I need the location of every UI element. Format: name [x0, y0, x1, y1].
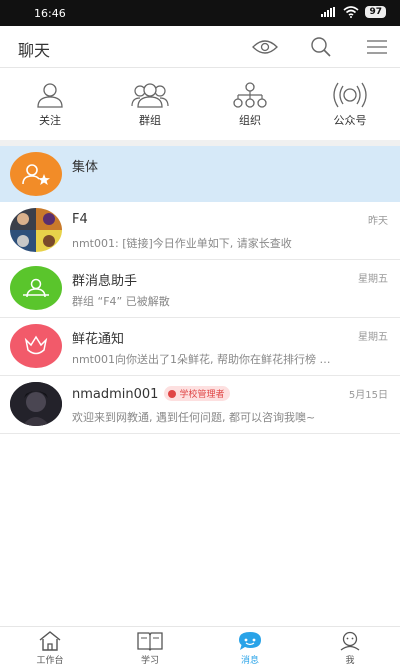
conversation-row[interactable]: 集体: [0, 146, 400, 202]
menu-icon[interactable]: [364, 35, 390, 59]
eye-icon[interactable]: [252, 35, 278, 59]
conversation-row[interactable]: F4 昨天 nmt001: [链接]今日作业单如下, 请家长查收: [0, 202, 400, 260]
avatar: [10, 266, 62, 310]
conversation-name: nmadmin001 学校管理者: [72, 386, 231, 402]
quick-groups-button[interactable]: 群组: [100, 68, 200, 140]
bottom-tab-bar: 工作台 学习 消息 我: [0, 626, 400, 666]
conversation-time: 昨天: [368, 216, 388, 227]
conversation-name-text: nmadmin001: [72, 387, 159, 402]
conversation-list: 集体 F4 昨天 nmt001: [链接]今日作业单如下, 请家长查收 群消息助…: [0, 146, 400, 434]
conversation-name: 鲜花通知: [72, 332, 125, 347]
avatar: [10, 324, 62, 368]
group-assistant-icon: [23, 278, 49, 298]
book-icon: [137, 632, 163, 651]
quick-label: 关注: [39, 114, 61, 127]
quick-label: 群组: [139, 114, 161, 127]
conversation-name: 集体: [72, 160, 99, 175]
conversation-name: 群消息助手: [72, 274, 138, 289]
tab-label: 工作台: [36, 656, 64, 666]
badge-icon: [168, 390, 177, 398]
group-star-icon: [22, 164, 50, 185]
org-chart-icon: [233, 82, 267, 108]
conversation-row[interactable]: nmadmin001 学校管理者 5月15日 欢迎来到网教通, 遇到任何问题, 都…: [0, 376, 400, 434]
conversation-preview: nmt001: [链接]今日作业单如下, 请家长查收: [72, 237, 292, 250]
flower-icon: [24, 335, 48, 355]
tab-label: 我: [345, 656, 355, 666]
broadcast-icon: [333, 82, 367, 108]
person-icon: [37, 83, 63, 108]
conversation-row[interactable]: 鲜花通知 星期五 nmt001向你送出了1朵鲜花, 帮助你在鲜花排行榜 …: [0, 318, 400, 376]
conversation-preview: nmt001向你送出了1朵鲜花, 帮助你在鲜花排行榜 …: [72, 353, 331, 366]
search-icon[interactable]: [308, 35, 334, 59]
avatar: [10, 208, 62, 252]
conversation-time: 星期五: [358, 274, 388, 285]
chat-icon: [239, 632, 261, 650]
tab-messages[interactable]: 消息: [200, 627, 300, 666]
group-icon: [131, 83, 169, 108]
status-time: 16:46: [34, 7, 66, 20]
quick-actions: 关注 群组 组织 公众号: [0, 68, 400, 140]
signal-icon: [321, 7, 336, 17]
quick-org-button[interactable]: 组织: [200, 68, 300, 140]
quick-official-button[interactable]: 公众号: [300, 68, 400, 140]
conversation-preview: 欢迎来到网教通, 遇到任何问题, 都可以咨询我噢~: [72, 411, 316, 424]
conversation-name: F4: [72, 212, 88, 227]
conversation-preview: 群组 “F4” 已被解散: [72, 295, 170, 308]
quick-follow-button[interactable]: 关注: [0, 68, 100, 140]
tab-label: 学习: [140, 656, 159, 666]
quick-label: 公众号: [333, 114, 367, 127]
home-icon: [39, 631, 61, 651]
conversation-time: 5月15日: [348, 390, 388, 401]
page-title: 聊天: [18, 41, 51, 60]
status-bar: 16:46 97: [0, 0, 400, 26]
conversation-time: 星期五: [358, 332, 388, 343]
admin-avatar-image: [10, 382, 62, 426]
wifi-icon: [343, 6, 359, 18]
tab-study[interactable]: 学习: [100, 627, 200, 666]
app-header: 聊天: [0, 26, 400, 68]
conversation-row[interactable]: 群消息助手 星期五 群组 “F4” 已被解散: [0, 260, 400, 318]
group-photo-avatar: [10, 208, 62, 252]
profile-icon: [340, 631, 360, 651]
role-badge-text: 学校管理者: [179, 390, 225, 400]
tab-me[interactable]: 我: [300, 627, 400, 666]
tab-workbench[interactable]: 工作台: [0, 627, 100, 666]
avatar: [10, 152, 62, 196]
role-badge: 学校管理者: [164, 386, 231, 401]
avatar: [10, 382, 62, 426]
quick-label: 组织: [239, 114, 261, 127]
tab-label: 消息: [240, 656, 259, 666]
battery-indicator: 97: [365, 6, 386, 18]
